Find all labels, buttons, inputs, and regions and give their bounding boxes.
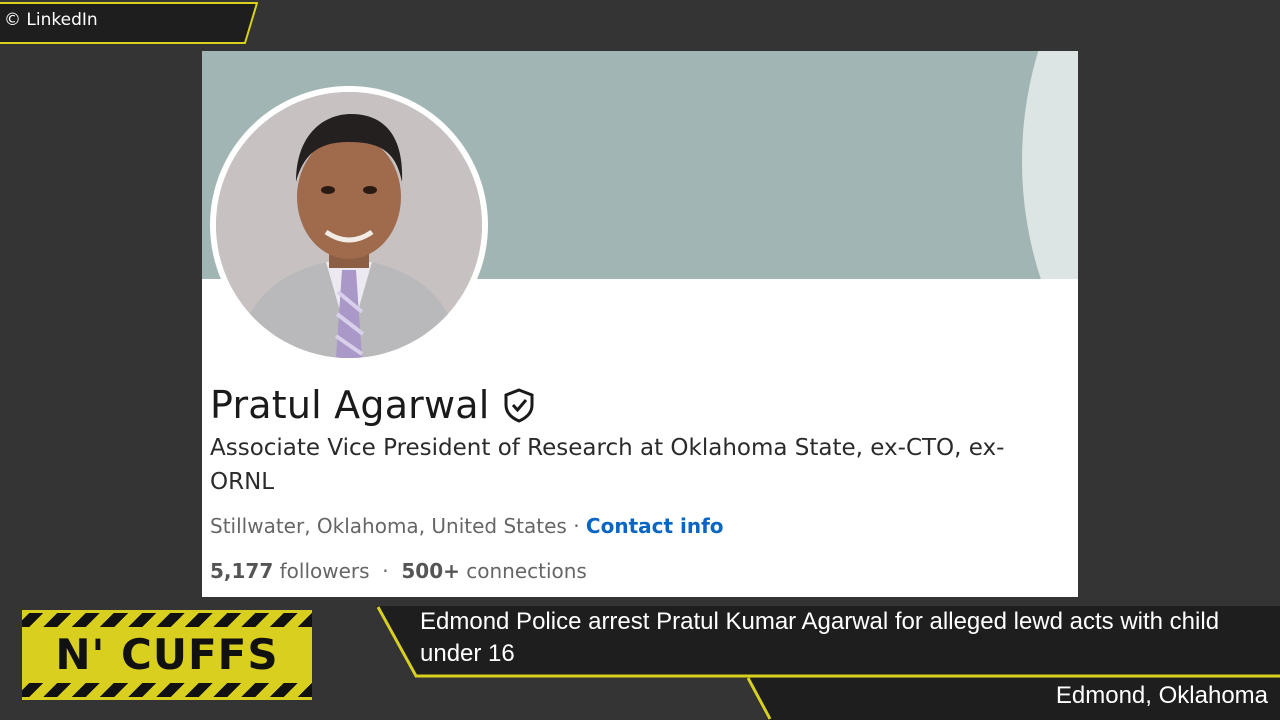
contact-info-link[interactable]: Contact info — [586, 514, 724, 538]
followers-count: 5,177 — [210, 559, 274, 583]
name-row: Pratul Agarwal — [210, 383, 536, 427]
hazard-stripe-bottom — [22, 683, 312, 697]
profile-location: Stillwater, Oklahoma, United States — [210, 514, 567, 538]
connections-count: 500+ — [401, 559, 460, 583]
profile-avatar[interactable] — [210, 86, 488, 364]
stats-row: 5,177 followers · 500+ connections — [210, 559, 587, 583]
news-lower-third: Edmond Police arrest Pratul Kumar Agarwa… — [376, 606, 1280, 720]
stats-separator: · — [375, 559, 395, 583]
shield-check-icon[interactable] — [502, 387, 536, 423]
location-separator: · — [566, 514, 586, 538]
logo-text: N' CUFFS — [55, 630, 279, 679]
hazard-stripe-top — [22, 613, 312, 627]
avatar-photo — [216, 92, 482, 358]
profile-card: Pratul Agarwal Associate Vice President … — [202, 51, 1078, 597]
location-row: Stillwater, Oklahoma, United States · Co… — [210, 514, 724, 538]
followers-label[interactable]: followers — [280, 559, 370, 583]
credit-text: © LinkedIn — [4, 10, 98, 30]
connections-label[interactable]: connections — [466, 559, 587, 583]
news-headline: Edmond Police arrest Pratul Kumar Agarwa… — [420, 608, 1220, 667]
credit-tag: © LinkedIn — [0, 2, 258, 44]
banner-decoration — [1022, 51, 1078, 279]
news-location: Edmond, Oklahoma — [1055, 682, 1268, 709]
profile-name: Pratul Agarwal — [210, 383, 490, 427]
profile-headline: Associate Vice President of Research at … — [210, 435, 1005, 495]
ncuffs-logo: N' CUFFS — [22, 610, 312, 700]
